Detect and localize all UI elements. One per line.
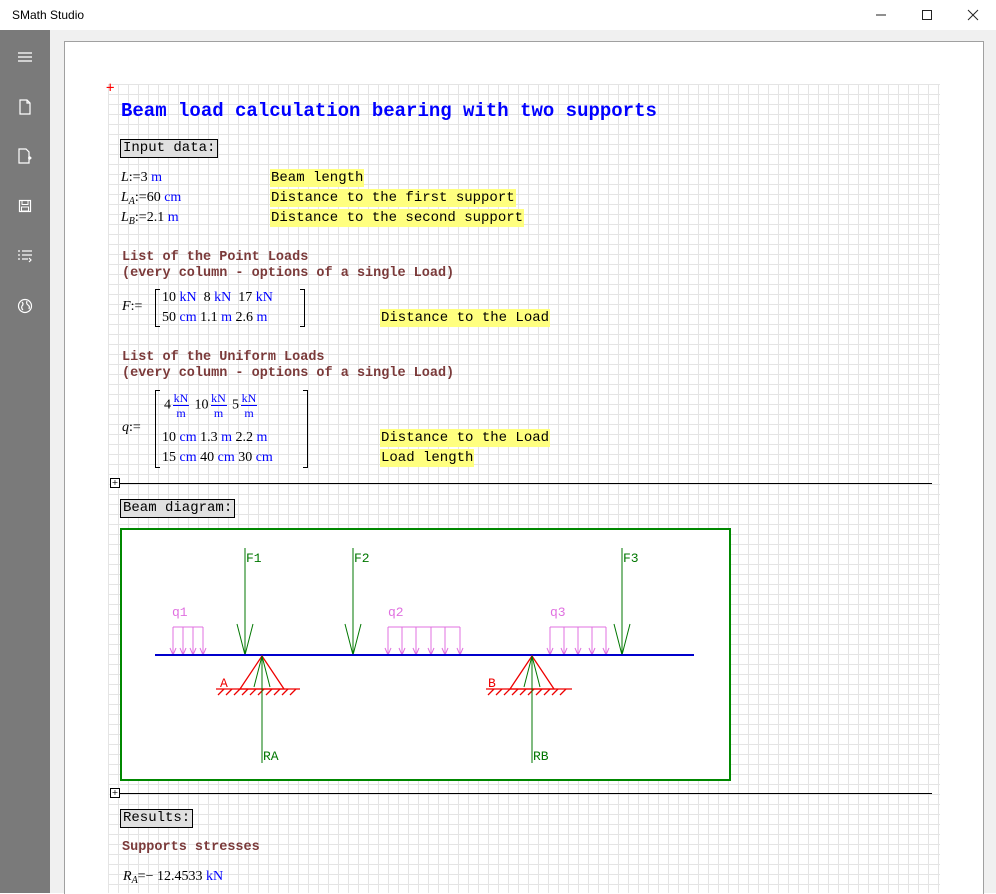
matrix-F-left-bracket: [155, 289, 160, 327]
matrix-q-desc-distance: Distance to the Load: [380, 429, 551, 447]
globe-button[interactable]: [13, 294, 37, 318]
title-bar: SMath Studio: [0, 0, 996, 30]
beam-diagram-label[interactable]: Beam diagram:: [120, 499, 236, 518]
matrix-F-right-bracket: [300, 289, 305, 327]
label-q2: q2: [388, 605, 404, 620]
insertion-cursor: +: [106, 80, 115, 96]
label-q1: q1: [172, 605, 188, 620]
matrix-q-row-3[interactable]: 15 cm 40 cm 30 cm: [162, 450, 273, 466]
input-LA[interactable]: LA:=60 cm: [121, 190, 181, 207]
region-divider: [120, 483, 932, 484]
matrix-q-row-2[interactable]: 10 cm 1.3 m 2.2 m: [162, 430, 267, 446]
matrix-F-label[interactable]: F:=: [122, 299, 142, 315]
new-document-button[interactable]: [13, 95, 37, 119]
label-q3: q3: [550, 605, 566, 620]
input-LB[interactable]: LB:=2.1 m: [121, 210, 179, 227]
save-button[interactable]: [13, 194, 37, 218]
input-LA-desc: Distance to the first support: [270, 189, 516, 207]
label-A: A: [220, 676, 228, 691]
close-button[interactable]: [950, 0, 996, 30]
sidebar: [0, 30, 50, 893]
document-title: Beam load calculation bearing with two s…: [121, 100, 657, 122]
matrix-F-row-1[interactable]: 10 kN 8 kN 17 kN: [162, 290, 273, 306]
list-icon: [18, 250, 32, 263]
maximize-icon: [922, 10, 932, 20]
list-button[interactable]: [13, 244, 37, 268]
input-data-label[interactable]: Input data:: [120, 139, 219, 158]
collapse-region-toggle-2[interactable]: +: [110, 788, 120, 798]
globe-icon: [17, 298, 33, 314]
label-B: B: [488, 676, 496, 691]
save-icon: [18, 199, 32, 213]
label-RA: RA: [263, 749, 279, 764]
input-L[interactable]: L:=3 m: [121, 170, 162, 186]
point-loads-subheading: (every column - options of a single Load…: [122, 266, 455, 281]
label-F2: F2: [354, 551, 370, 566]
region-divider-2: [120, 793, 932, 794]
matrix-q-row-1[interactable]: 4 kN m 10 kN m 5 kN m: [164, 392, 259, 419]
matrix-q-left-bracket: [155, 390, 160, 468]
label-F3: F3: [623, 551, 639, 566]
result-RA[interactable]: RA=− 12.4533 kN: [123, 869, 223, 886]
results-label[interactable]: Results:: [120, 809, 194, 828]
open-document-button[interactable]: [13, 144, 37, 168]
input-L-desc: Beam length: [270, 169, 365, 187]
label-RB: RB: [533, 749, 549, 764]
close-icon: [967, 9, 979, 21]
matrix-F-desc: Distance to the Load: [380, 309, 551, 327]
menu-icon: [18, 52, 32, 62]
beam-diagram[interactable]: q1 q2 q3 F1 F2 F3 A B RA RB: [120, 528, 731, 781]
new-document-icon: [19, 99, 31, 115]
input-LB-desc: Distance to the second support: [270, 209, 525, 227]
collapse-region-toggle[interactable]: +: [110, 478, 120, 488]
minimize-button[interactable]: [858, 0, 904, 30]
supports-stresses-heading: Supports stresses: [122, 840, 260, 855]
app-title: SMath Studio: [12, 8, 85, 22]
matrix-F-row-2[interactable]: 50 cm 1.1 m 2.6 m: [162, 310, 267, 326]
open-document-icon: [18, 148, 32, 164]
minimize-icon: [876, 14, 886, 16]
uniform-loads-subheading: (every column - options of a single Load…: [122, 366, 455, 381]
uniform-loads-heading: List of the Uniform Loads: [122, 350, 325, 365]
matrix-q-right-bracket: [303, 390, 308, 468]
matrix-q-label[interactable]: q:=: [122, 420, 141, 436]
menu-button[interactable]: [13, 45, 37, 69]
label-F1: F1: [246, 551, 262, 566]
maximize-button[interactable]: [904, 0, 950, 30]
point-loads-heading: List of the Point Loads: [122, 250, 309, 265]
matrix-q-desc-length: Load length: [380, 449, 475, 467]
